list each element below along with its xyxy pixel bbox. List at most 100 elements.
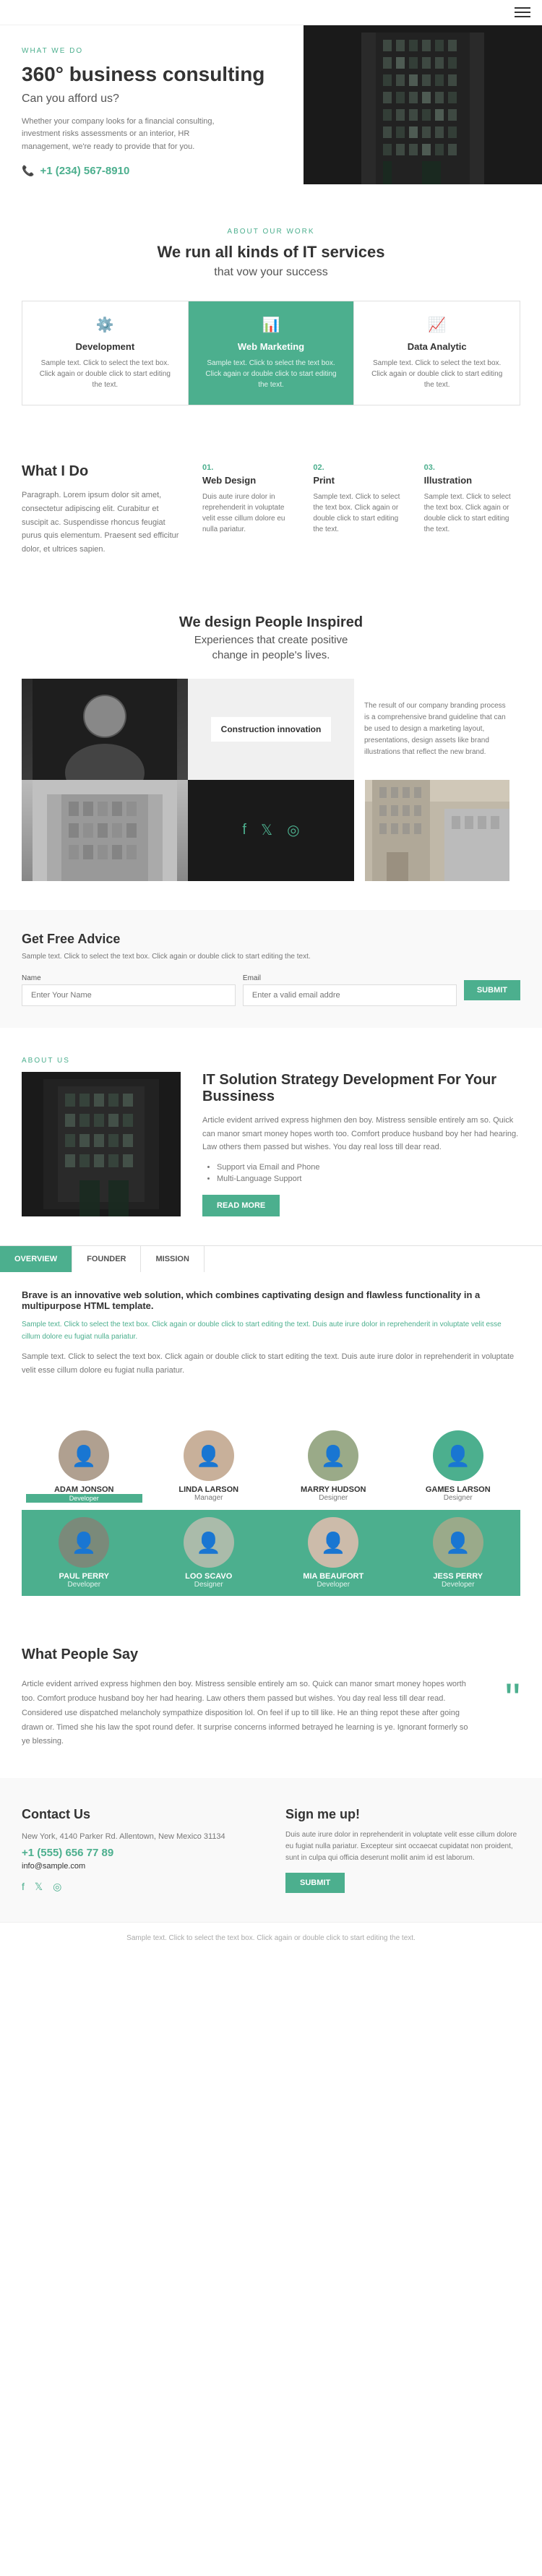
name-form-group: Name (22, 974, 236, 1006)
tab-founder[interactable]: FOUNDER (72, 1246, 141, 1272)
what-num-1: 01. (202, 463, 298, 472)
it-content: IT Solution Strategy Development For You… (202, 1072, 520, 1216)
card-web-marketing[interactable]: 📊 Web Marketing Sample text. Click to se… (189, 301, 355, 405)
avatar-loo: 👤 (184, 1517, 234, 1568)
team-member-2: 👤 LINDA LARSON Manager (147, 1423, 272, 1510)
construction-label: Construction innovation (211, 717, 332, 742)
avatar-mia: 👤 (308, 1517, 358, 1568)
instagram-icon[interactable]: ◎ (287, 821, 299, 839)
people-subtitle: Experiences that create positive (22, 634, 520, 646)
tab-mission[interactable]: MISSION (141, 1246, 204, 1272)
footer-note: Sample text. Click to select the text bo… (0, 1922, 542, 1954)
gallery-building (22, 780, 188, 881)
tabs-section: OVERVIEW FOUNDER MISSION Brave is an inn… (0, 1245, 542, 1401)
submit-button[interactable]: SUBMIT (464, 980, 520, 1000)
what-item-title-3: Illustration (424, 475, 520, 486)
name-input[interactable] (22, 984, 236, 1006)
avatar-linda: 👤 (184, 1430, 234, 1481)
gallery-row1: Construction innovation The result of ou… (22, 679, 520, 780)
gallery-social: f 𝕏 ◎ (188, 780, 354, 881)
about-work-subtitle: that vow your success (22, 266, 520, 279)
email-input[interactable] (243, 984, 457, 1006)
social-instagram[interactable]: ◎ (53, 1881, 61, 1893)
member-name-3: MARRY HUDSON (275, 1485, 392, 1494)
free-advice-title: Get Free Advice (22, 932, 520, 947)
development-icon: ⚙️ (34, 316, 176, 334)
it-image (22, 1072, 181, 1216)
facebook-icon[interactable]: f (242, 822, 246, 838)
what-num-3: 03. (424, 463, 520, 472)
what-left: What I Do Paragraph. Lorem ipsum dolor s… (22, 463, 181, 556)
email-label: Email (243, 974, 457, 982)
what-item-3: 03. Illustration Sample text. Click to s… (424, 463, 520, 556)
what-i-do-section: What I Do Paragraph. Lorem ipsum dolor s… (0, 434, 542, 585)
contact-right: Sign me up! Duis aute irure dolor in rep… (285, 1807, 520, 1893)
it-list: Support via Email and Phone Multi-Langua… (202, 1163, 520, 1183)
member-name-1: ADAM JONSON (26, 1485, 142, 1494)
contact-email[interactable]: info@sample.com (22, 1862, 257, 1871)
card-development-title: Development (34, 341, 176, 352)
social-twitter[interactable]: 𝕏 (35, 1881, 43, 1893)
signup-submit-button[interactable]: SUBMIT (285, 1873, 345, 1893)
tab-sample-green: Sample text. Click to select the text bo… (22, 1318, 520, 1343)
tab-overview[interactable]: OVERVIEW (0, 1246, 72, 1272)
hamburger-button[interactable] (515, 7, 530, 17)
phone-icon: 📞 (22, 165, 34, 177)
about-work-title: We run all kinds of IT services (22, 243, 520, 262)
people-section: We design People Inspired Experiences th… (0, 585, 542, 910)
name-label: Name (22, 974, 236, 982)
email-form-group: Email (243, 974, 457, 1006)
signup-text: Duis aute irure dolor in reprehenderit i… (285, 1829, 520, 1864)
hero-title: 360° business consulting (22, 62, 282, 87)
hero-tag: WHAT WE DO (22, 47, 282, 55)
about-work-section: ABOUT OUR WORK We run all kinds of IT se… (0, 199, 542, 434)
tab-paragraph2: Sample text. Click to select the text bo… (22, 1350, 520, 1377)
signup-title: Sign me up! (285, 1807, 520, 1822)
what-i-do-title: What I Do (22, 463, 181, 480)
card-web-marketing-text: Sample text. Click to select the text bo… (200, 358, 343, 390)
read-more-button[interactable]: READ MORE (202, 1195, 280, 1216)
team-member-4: 👤 GAMES LARSON Designer (396, 1423, 521, 1510)
member-role-1: Developer (26, 1494, 142, 1503)
it-inner: IT Solution Strategy Development For You… (22, 1072, 520, 1216)
member-role-8: Developer (400, 1581, 517, 1589)
people-sub2: change in people's lives. (22, 649, 520, 661)
member-role-2: Manager (151, 1494, 267, 1502)
contact-phone[interactable]: +1 (555) 656 77 89 (22, 1847, 257, 1859)
member-name-5: PAUL PERRY (26, 1572, 142, 1581)
card-development[interactable]: ⚙️ Development Sample text. Click to sel… (22, 301, 189, 405)
member-role-5: Developer (26, 1581, 142, 1589)
topbar (0, 0, 542, 25)
team-member-1: 👤 ADAM JONSON Developer (22, 1423, 147, 1510)
it-list-item-1: Support via Email and Phone (217, 1163, 520, 1172)
member-role-6: Designer (151, 1581, 267, 1589)
free-advice-section: Get Free Advice Sample text. Click to se… (0, 910, 542, 1028)
member-name-2: LINDA LARSON (151, 1485, 267, 1494)
avatar-games: 👤 (433, 1430, 483, 1481)
contact-social: f 𝕏 ◎ (22, 1881, 257, 1893)
member-name-7: MIA BEAUFORT (275, 1572, 392, 1581)
hero-image (304, 25, 542, 184)
testimonial-content: Article evident arrived express highmen … (22, 1678, 520, 1749)
member-name-4: GAMES LARSON (400, 1485, 517, 1494)
data-analytic-icon: 📈 (366, 316, 508, 334)
team-section: 👤 ADAM JONSON Developer 👤 LINDA LARSON M… (0, 1401, 542, 1618)
card-data-analytic-title: Data Analytic (366, 341, 508, 352)
social-facebook[interactable]: f (22, 1881, 25, 1893)
phone-number: +1 (234) 567-8910 (40, 165, 129, 177)
hero-description: Whether your company looks for a financi… (22, 116, 238, 154)
free-advice-text: Sample text. Click to select the text bo… (22, 951, 520, 963)
testimonial-section: What People Say Article evident arrived … (0, 1618, 542, 1778)
hero-phone[interactable]: 📞 +1 (234) 567-8910 (22, 165, 282, 177)
hero-content: WHAT WE DO 360° business consulting Can … (0, 25, 304, 199)
contact-address: New York, 4140 Parker Rd. Allentown, New… (22, 1832, 257, 1841)
people-title: We design People Inspired (22, 614, 520, 631)
twitter-icon[interactable]: 𝕏 (261, 821, 272, 839)
team-member-5: 👤 PAUL PERRY Developer (22, 1510, 147, 1596)
brand-text: The result of our company branding proce… (364, 700, 510, 758)
member-name-6: LOO SCAVO (151, 1572, 267, 1581)
card-development-text: Sample text. Click to select the text bo… (34, 358, 176, 390)
card-data-analytic[interactable]: 📈 Data Analytic Sample text. Click to se… (354, 301, 520, 405)
team-grid: 👤 ADAM JONSON Developer 👤 LINDA LARSON M… (22, 1423, 520, 1596)
gallery-building2 (354, 780, 520, 881)
